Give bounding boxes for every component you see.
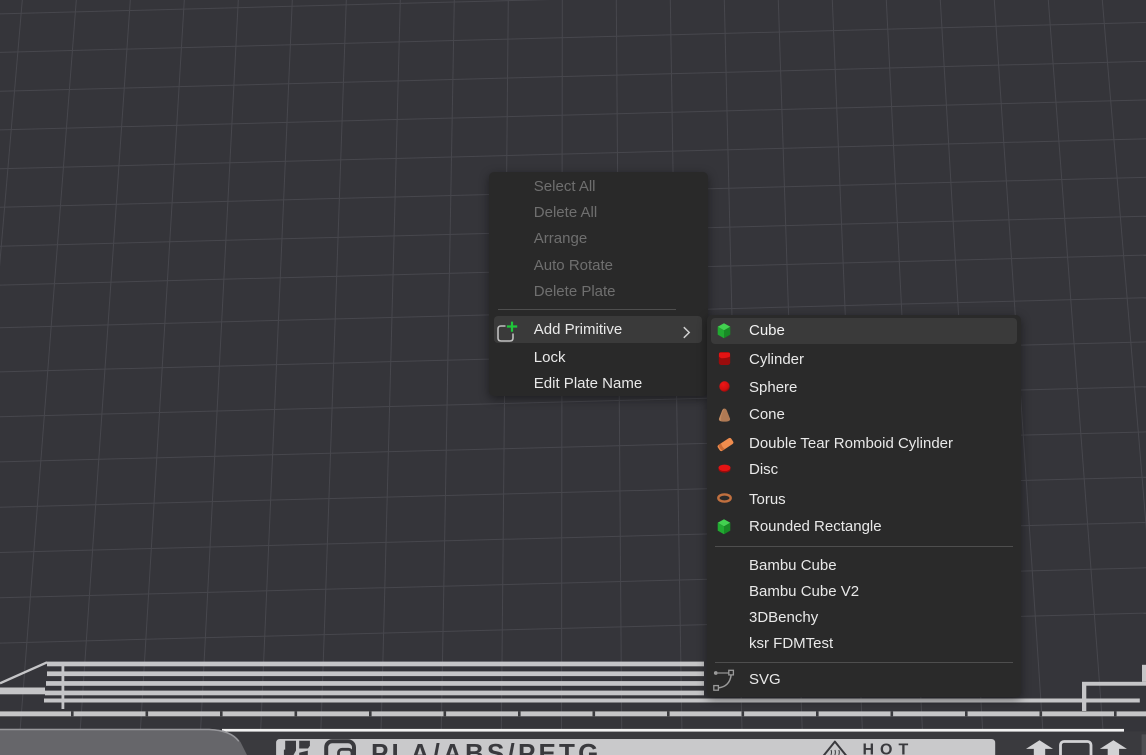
svg-text:PLA/ABS/PETG: PLA/ABS/PETG (371, 738, 602, 755)
svg-text:HOT: HOT (863, 741, 915, 755)
